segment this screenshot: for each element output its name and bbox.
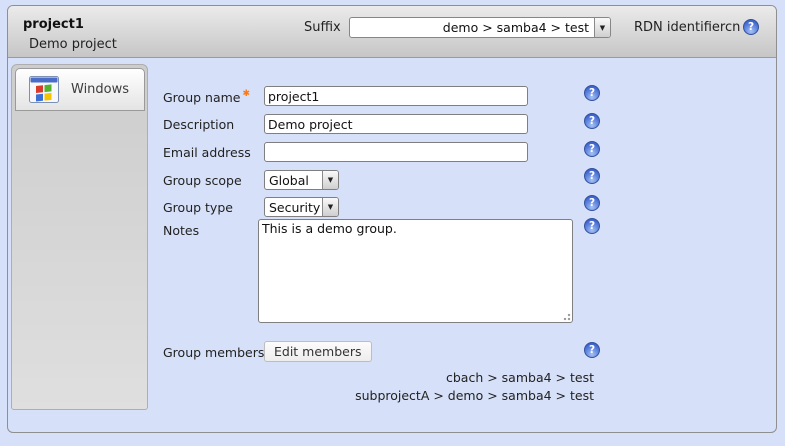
group-name-input[interactable] [264, 86, 528, 106]
window-header: project1 Demo project Suffix demo > samb… [8, 6, 776, 58]
group-members-label: Group members [163, 345, 264, 360]
group-scope-selected-value: Global [265, 173, 322, 188]
chevron-down-icon[interactable]: ▼ [594, 18, 610, 37]
suffix-label: Suffix [304, 20, 341, 35]
tab-column: Windows [11, 64, 148, 410]
required-asterisk: ✱ [242, 89, 250, 99]
member-item: subprojectA > demo > samba4 > test [163, 387, 594, 405]
notes-textarea[interactable]: This is a demo group. [258, 219, 573, 323]
email-label: Email address [163, 145, 251, 160]
help-icon[interactable]: ? [584, 342, 600, 358]
group-type-selected-value: Security [265, 200, 322, 215]
suffix-select[interactable]: demo > samba4 > test ▼ [349, 17, 611, 38]
chevron-down-icon[interactable]: ▼ [322, 198, 338, 216]
suffix-selected-value: demo > samba4 > test [350, 20, 594, 35]
resize-grip-icon[interactable] [561, 311, 571, 321]
group-members-list: cbach > samba4 > test subprojectA > demo… [163, 369, 594, 405]
rdn-identifier-value: cn [725, 20, 740, 35]
group-type-label: Group type [163, 200, 233, 215]
notes-label: Notes [163, 223, 199, 238]
tab-windows[interactable]: Windows [15, 68, 145, 111]
help-icon[interactable]: ? [584, 113, 600, 129]
help-icon[interactable]: ? [584, 195, 600, 211]
group-name-label-text: Group name [163, 90, 240, 105]
page-subtitle: Demo project [29, 37, 117, 52]
email-input[interactable] [264, 142, 528, 162]
chevron-down-icon[interactable]: ▼ [322, 171, 338, 189]
group-scope-label: Group scope [163, 173, 242, 188]
description-input[interactable] [264, 114, 528, 134]
description-label: Description [163, 117, 234, 132]
group-name-label: Group name✱ [163, 89, 250, 105]
rdn-identifier-label: RDN identifier [634, 20, 725, 35]
help-icon[interactable]: ? [584, 168, 600, 184]
help-icon[interactable]: ? [743, 19, 759, 35]
help-icon[interactable]: ? [584, 141, 600, 157]
group-scope-select[interactable]: Global ▼ [264, 170, 339, 190]
help-icon[interactable]: ? [584, 218, 600, 234]
windows-logo-icon [29, 76, 59, 103]
tab-windows-label: Windows [71, 82, 129, 97]
page-background: { "header": { "title": "project1", "subt… [0, 0, 785, 446]
help-icon[interactable]: ? [584, 85, 600, 101]
member-item: cbach > samba4 > test [163, 369, 594, 387]
edit-members-button[interactable]: Edit members [264, 341, 372, 362]
edit-group-window: project1 Demo project Suffix demo > samb… [7, 5, 777, 433]
page-title: project1 [23, 17, 84, 32]
group-type-select[interactable]: Security ▼ [264, 197, 339, 217]
